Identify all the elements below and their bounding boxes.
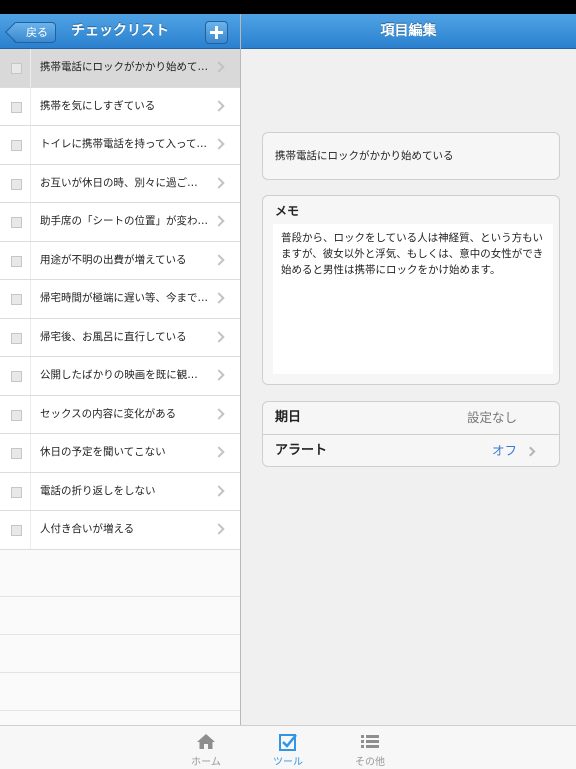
chevron-right-icon xyxy=(213,138,225,150)
add-item-button[interactable] xyxy=(205,21,228,44)
tab-bar: ホーム ツール その他 xyxy=(0,725,576,769)
row-separator xyxy=(30,357,31,395)
list-item-label: 携帯電話にロックがかかり始めている xyxy=(40,61,208,73)
checkbox-icon[interactable] xyxy=(11,525,22,536)
tab-home[interactable]: ホーム xyxy=(176,726,236,769)
checkbox-icon[interactable] xyxy=(11,486,22,498)
row-separator xyxy=(30,318,31,356)
list-item[interactable]: 休日の予定を聞いてこない xyxy=(0,434,240,473)
list-item-label: 助手席の「シートの位置」が変わっ… xyxy=(40,215,208,227)
list-item-label: お互いが休日の時、別々に過ごす頻… xyxy=(40,176,208,189)
alert-label: アラート xyxy=(275,443,328,458)
list-item-label: 休日の予定を聞いてこない xyxy=(40,446,166,458)
list-item-label: セックスの内容に変化がある xyxy=(40,407,177,420)
checklist-title: チェックリスト xyxy=(71,23,169,39)
chevron-right-icon xyxy=(213,330,225,343)
list-item-label: 帰宅時間が極端に遅い等、今までと… xyxy=(40,292,208,304)
settings-group: 期日 設定なし アラート オフ xyxy=(262,401,560,467)
list-item[interactable]: 電話の折り返しをしない xyxy=(0,472,240,511)
row-separator xyxy=(30,280,31,318)
list-icon xyxy=(361,735,379,748)
list-item-label: トイレに携帯電話を持って入っている xyxy=(40,138,208,150)
chevron-right-icon xyxy=(213,369,225,381)
row-separator xyxy=(30,511,31,549)
tab-tool-label: ツール xyxy=(273,757,303,768)
list-item[interactable]: お互いが休日の時、別々に過ごす頻… xyxy=(0,164,240,203)
row-separator xyxy=(30,434,31,472)
checklist: 携帯電話にロックがかかり始めている 携帯を気にしすぎているトイレに携帯電話を持って… xyxy=(0,49,240,550)
checkbox-icon[interactable] xyxy=(11,140,22,151)
list-item[interactable]: セックスの内容に変化がある xyxy=(0,395,240,434)
chevron-right-icon xyxy=(213,407,225,420)
tab-home-label: ホーム xyxy=(191,757,221,768)
list-item[interactable]: 携帯電話にロックがかかり始めている xyxy=(0,49,240,88)
checkbox-icon[interactable] xyxy=(11,178,22,190)
chevron-right-icon xyxy=(213,215,225,227)
edit-header-title: 項目編集 xyxy=(241,14,576,49)
memo-section: メモ 普段から、ロックをしている人は神経質、という方もいますが、彼女以外と浮気、… xyxy=(262,195,560,385)
checklist-pane: 戻る チェックリスト 携帯電話にロックがかかり始めている 携帯を気にしすぎているト… xyxy=(0,14,240,725)
alert-row[interactable]: アラート オフ xyxy=(263,434,559,467)
due-date-value: 設定なし xyxy=(466,410,517,425)
list-item[interactable]: 用途が不明の出費が増えている xyxy=(0,241,240,280)
item-title-text: 携帯電話にロックがかかり始めている xyxy=(275,150,454,162)
chevron-right-icon xyxy=(213,253,225,266)
list-item-label: 公開したばかりの映画を既に観ている xyxy=(40,369,208,381)
chevron-right-icon xyxy=(525,446,536,457)
list-item[interactable]: 人付き合いが増える xyxy=(0,511,240,550)
status-bar xyxy=(0,0,576,14)
row-separator xyxy=(30,395,31,433)
chevron-right-icon xyxy=(213,292,225,304)
chevron-right-icon xyxy=(213,61,225,73)
memo-textarea[interactable]: 普段から、ロックをしている人は神経質、という方もいますが、彼女以外と浮気、もしく… xyxy=(273,224,553,374)
memo-text: 普段から、ロックをしている人は神経質、という方もいますが、彼女以外と浮気、もしく… xyxy=(281,232,544,276)
checkbox-icon[interactable] xyxy=(11,294,22,305)
home-icon xyxy=(197,734,215,749)
chevron-right-icon xyxy=(213,523,225,535)
memo-label: メモ xyxy=(275,204,300,218)
checkbox-icon[interactable] xyxy=(11,332,22,344)
list-item-label: 人付き合いが増える xyxy=(40,523,135,535)
checkbox-icon[interactable] xyxy=(11,255,22,267)
checkbox-icon[interactable] xyxy=(11,63,22,74)
checkbox-icon[interactable] xyxy=(11,101,22,113)
due-date-label: 期日 xyxy=(275,410,302,425)
list-item[interactable]: 助手席の「シートの位置」が変わっ… xyxy=(0,203,240,242)
list-item-label: 帰宅後、お風呂に直行している xyxy=(40,330,187,343)
alert-value: オフ xyxy=(491,443,517,458)
row-separator xyxy=(30,87,31,125)
checkbox-icon[interactable] xyxy=(11,409,22,421)
list-item-label: 携帯を気にしすぎている xyxy=(40,99,156,112)
list-item[interactable]: 公開したばかりの映画を既に観ている xyxy=(0,357,240,396)
chevron-right-icon xyxy=(213,446,225,458)
row-separator xyxy=(30,49,31,87)
row-separator xyxy=(30,472,31,510)
checkbox-icon[interactable] xyxy=(11,217,22,228)
row-separator xyxy=(30,164,31,202)
list-item-label: 電話の折り返しをしない xyxy=(40,484,156,497)
row-separator xyxy=(30,241,31,279)
tab-tool[interactable]: ツール xyxy=(258,726,318,769)
list-item[interactable]: トイレに携帯電話を持って入っている xyxy=(0,126,240,165)
chevron-right-icon xyxy=(213,176,225,189)
checklist-header: 戻る チェックリスト xyxy=(0,14,240,49)
due-date-row[interactable]: 期日 設定なし xyxy=(263,402,559,434)
list-item-label: 用途が不明の出費が増えている xyxy=(40,253,187,266)
edit-pane: 項目編集 携帯電話にロックがかかり始めている メモ 普段から、ロックをしている人… xyxy=(241,14,576,725)
chevron-right-icon xyxy=(213,484,225,497)
chevron-right-icon xyxy=(213,99,225,112)
tab-other-label: その他 xyxy=(355,757,385,768)
row-separator xyxy=(30,126,31,164)
list-item[interactable]: 帰宅時間が極端に遅い等、今までと… xyxy=(0,280,240,319)
empty-list-area xyxy=(0,559,240,725)
checkbox-icon[interactable] xyxy=(11,448,22,459)
checkbox-icon[interactable] xyxy=(11,371,22,382)
item-title-field[interactable]: 携帯電話にロックがかかり始めている xyxy=(262,132,560,180)
tab-other[interactable]: その他 xyxy=(340,726,400,769)
list-item[interactable]: 帰宅後、お風呂に直行している xyxy=(0,318,240,357)
checkbox-tool-icon xyxy=(279,734,297,751)
row-separator xyxy=(30,203,31,241)
list-item[interactable]: 携帯を気にしすぎている xyxy=(0,87,240,126)
